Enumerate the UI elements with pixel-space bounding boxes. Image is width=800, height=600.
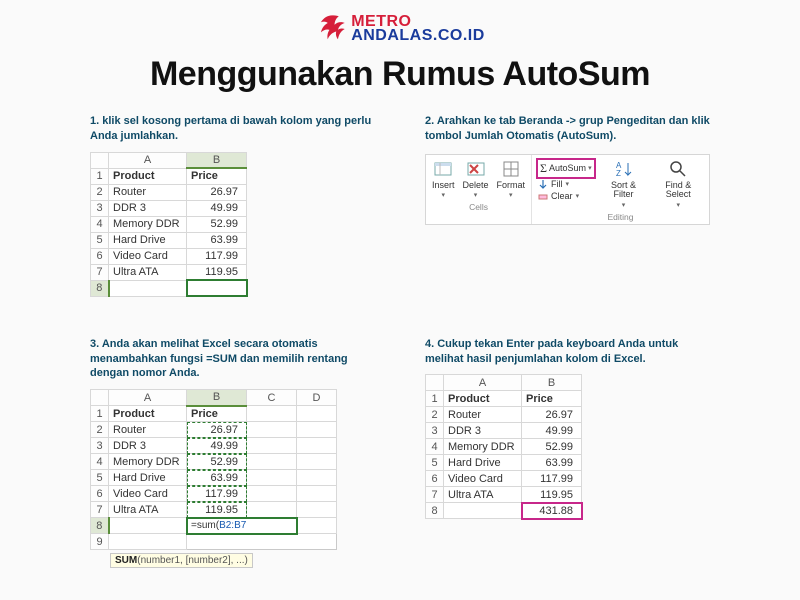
sheet-step-4: AB 1ProductPrice 2Router26.97 3DDR 349.9… (425, 374, 582, 519)
sort-icon: AZ (614, 159, 634, 179)
svg-text:Z: Z (616, 169, 621, 178)
step-3: 3. Anda akan melihat Excel secara otomat… (90, 337, 375, 569)
site-logo: METRO ANDALAS.CO.ID (0, 0, 800, 51)
result-cell: 431.88 (522, 503, 582, 519)
formula-tooltip: SUM(number1, [number2], ...) (110, 553, 253, 568)
sort-filter-button[interactable]: AZ Sort & Filter▾ (602, 159, 646, 209)
format-button[interactable]: Format▾ (497, 159, 526, 199)
format-cells-icon (501, 159, 521, 179)
selected-empty-cell (187, 280, 247, 296)
sheet-step-1: AB 1ProductPrice 2Router26.97 3DDR 349.9… (90, 152, 247, 297)
insert-cells-icon (433, 159, 453, 179)
autosum-button[interactable]: Σ AutoSum ▾ (538, 160, 594, 177)
step-1-caption: 1. klik sel kosong pertama di bawah kolo… (90, 114, 375, 144)
clear-icon (538, 191, 548, 201)
cells-group-label: Cells (469, 202, 488, 212)
eagle-icon (315, 12, 349, 46)
step-2-caption: 2. Arahkan ke tab Beranda -> grup Penged… (425, 114, 710, 144)
step-2: 2. Arahkan ke tab Beranda -> grup Penged… (425, 114, 710, 297)
insert-button[interactable]: Insert▾ (432, 159, 455, 199)
editing-group-label: Editing (608, 212, 634, 222)
step-4: 4. Cukup tekan Enter pada keyboard Anda … (425, 337, 710, 569)
sheet-step-3: ABCD 1ProductPrice 2Router26.97 3DDR 349… (90, 389, 337, 550)
steps-grid: 1. klik sel kosong pertama di bawah kolo… (0, 94, 800, 568)
sigma-icon: Σ (540, 161, 547, 176)
step-1: 1. klik sel kosong pertama di bawah kolo… (90, 114, 375, 297)
delete-button[interactable]: Delete▾ (463, 159, 489, 199)
formula-cell: =sum(B2:B7 (187, 518, 297, 534)
step-4-caption: 4. Cukup tekan Enter pada keyboard Anda … (425, 337, 710, 367)
find-icon (668, 159, 688, 179)
clear-button[interactable]: Clear ▾ (538, 191, 594, 201)
logo-text-2: ANDALAS.CO.ID (351, 29, 485, 43)
excel-ribbon: Insert▾ Delete▾ Format▾ Cells (425, 154, 710, 225)
fill-icon (538, 179, 548, 189)
step-3-caption: 3. Anda akan melihat Excel secara otomat… (90, 337, 375, 382)
page-title: Menggunakan Rumus AutoSum (0, 55, 800, 94)
find-select-button[interactable]: Find & Select▾ (654, 159, 703, 209)
fill-button[interactable]: Fill ▾ (538, 179, 594, 189)
delete-cells-icon (466, 159, 486, 179)
